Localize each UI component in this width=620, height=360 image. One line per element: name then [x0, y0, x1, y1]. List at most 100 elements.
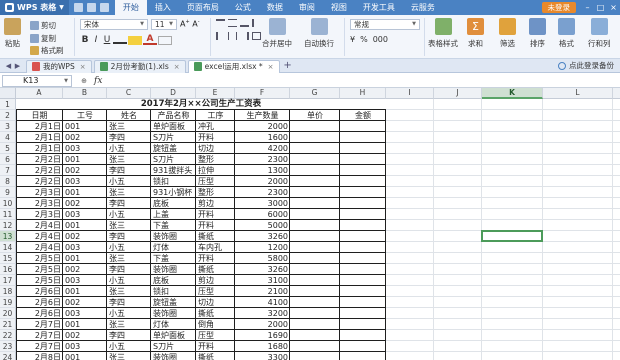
- row-header[interactable]: 21: [0, 319, 16, 330]
- table-cell[interactable]: 撕纸: [196, 352, 235, 360]
- underline-button[interactable]: U: [102, 35, 112, 45]
- row-header[interactable]: 13: [0, 231, 16, 242]
- row-header[interactable]: 5: [0, 143, 16, 154]
- rows-cols-button[interactable]: 行和列: [588, 18, 611, 49]
- row-header[interactable]: 6: [0, 154, 16, 165]
- table-cell[interactable]: 2月8日: [16, 352, 63, 360]
- backup-login-link[interactable]: 点此登录备份: [558, 60, 614, 71]
- indent-icon[interactable]: [252, 19, 261, 27]
- select-all-corner[interactable]: [0, 88, 16, 99]
- spreadsheet-grid[interactable]: ABCDEFGHIJKLM123456789101112131415161718…: [0, 88, 620, 360]
- column-header[interactable]: M: [613, 88, 620, 99]
- close-tab-icon[interactable]: ×: [268, 63, 274, 71]
- name-box[interactable]: K13 ▼: [2, 74, 72, 87]
- column-header[interactable]: A: [16, 88, 63, 99]
- percent-button[interactable]: %: [360, 35, 368, 44]
- currency-button[interactable]: ¥: [350, 35, 355, 44]
- row-header[interactable]: 11: [0, 209, 16, 220]
- bold-button[interactable]: B: [80, 35, 90, 45]
- row-header[interactable]: 8: [0, 176, 16, 187]
- align-top-icon[interactable]: [216, 19, 225, 27]
- row-header[interactable]: 1: [0, 99, 16, 110]
- fill-color-icon[interactable]: [128, 35, 142, 45]
- login-button[interactable]: 未登录: [541, 2, 576, 13]
- sort-button[interactable]: 排序: [529, 18, 546, 49]
- tab-5[interactable]: 审阅: [291, 0, 323, 15]
- row-header[interactable]: 10: [0, 198, 16, 209]
- row-header[interactable]: 18: [0, 286, 16, 297]
- thousands-button[interactable]: 000: [373, 35, 388, 44]
- formula-input[interactable]: [106, 75, 616, 87]
- zoom-icon[interactable]: ⊕: [78, 77, 90, 85]
- maximize-icon[interactable]: □: [594, 0, 607, 15]
- align-bottom-icon[interactable]: [240, 19, 249, 27]
- chevron-right-icon[interactable]: ▶: [13, 62, 22, 70]
- sum-button[interactable]: Σ 求和: [467, 18, 484, 49]
- selected-cell[interactable]: [481, 230, 543, 242]
- row-header[interactable]: 12: [0, 220, 16, 231]
- undo-icon[interactable]: [86, 3, 96, 12]
- minimize-icon[interactable]: –: [581, 0, 594, 15]
- clear-format-icon[interactable]: [158, 35, 172, 45]
- align-right-icon[interactable]: [240, 32, 249, 40]
- column-header[interactable]: J: [434, 88, 482, 99]
- row-header[interactable]: 19: [0, 297, 16, 308]
- wrap-text-button[interactable]: 自动换行: [304, 18, 334, 49]
- column-header[interactable]: L: [543, 88, 613, 99]
- document-tab[interactable]: excel运用.xlsx * ×: [187, 59, 280, 73]
- column-header[interactable]: H: [340, 88, 386, 99]
- row-header[interactable]: 4: [0, 132, 16, 143]
- redo-icon[interactable]: [99, 3, 109, 12]
- app-menu-button[interactable]: WPS 表格 ▼: [0, 0, 69, 15]
- column-header[interactable]: I: [386, 88, 434, 99]
- font-grow-shrink[interactable]: A+ A-: [180, 19, 200, 29]
- align-center-icon[interactable]: [228, 32, 237, 40]
- row-header[interactable]: 23: [0, 341, 16, 352]
- format-painter-button[interactable]: 格式刷: [30, 44, 64, 56]
- row-header[interactable]: 24: [0, 352, 16, 360]
- tab-2[interactable]: 页面布局: [179, 0, 227, 15]
- tab-4[interactable]: 数据: [259, 0, 291, 15]
- copy-button[interactable]: 复制: [30, 32, 56, 44]
- merge-center-button[interactable]: 合并居中: [262, 18, 292, 49]
- align-middle-icon[interactable]: [228, 19, 237, 27]
- chevron-left-icon[interactable]: ◀: [4, 62, 13, 70]
- document-tab[interactable]: 我的WPS ×: [26, 59, 92, 73]
- tab-0[interactable]: 开始: [114, 0, 147, 15]
- font-size-select[interactable]: 11 ▼: [151, 19, 177, 30]
- row-header[interactable]: 14: [0, 242, 16, 253]
- fx-button[interactable]: fx: [94, 76, 102, 86]
- column-header[interactable]: C: [107, 88, 151, 99]
- table-cell[interactable]: 3300: [235, 352, 290, 360]
- row-header[interactable]: 20: [0, 308, 16, 319]
- column-header[interactable]: K: [482, 88, 543, 99]
- table-style-button[interactable]: 表格样式: [428, 18, 458, 49]
- tab-6[interactable]: 视图: [323, 0, 355, 15]
- row-header[interactable]: 15: [0, 253, 16, 264]
- paste-button[interactable]: 粘贴: [4, 18, 21, 49]
- tab-3[interactable]: 公式: [227, 0, 259, 15]
- tab-1[interactable]: 插入: [147, 0, 179, 15]
- row-header[interactable]: 3: [0, 121, 16, 132]
- table-cell[interactable]: 装饰圈: [151, 352, 196, 360]
- table-cell[interactable]: 张三: [107, 352, 151, 360]
- number-format-select[interactable]: 常规 ▼: [350, 19, 420, 30]
- justify-icon[interactable]: [252, 32, 261, 40]
- column-header[interactable]: B: [63, 88, 107, 99]
- table-cell[interactable]: 001: [63, 352, 107, 360]
- row-header[interactable]: 17: [0, 275, 16, 286]
- tab-7[interactable]: 开发工具: [355, 0, 403, 15]
- format-button[interactable]: 格式: [558, 18, 575, 49]
- border-icon[interactable]: [113, 36, 127, 44]
- tab-8[interactable]: 云服务: [403, 0, 443, 15]
- row-header[interactable]: 16: [0, 264, 16, 275]
- save-icon[interactable]: [73, 3, 83, 12]
- column-header[interactable]: D: [151, 88, 196, 99]
- document-tab[interactable]: 2月份考勤(1).xls ×: [93, 59, 186, 73]
- font-color-icon[interactable]: A: [143, 34, 157, 45]
- row-header[interactable]: 7: [0, 165, 16, 176]
- row-header[interactable]: 2: [0, 110, 16, 121]
- new-tab-icon[interactable]: +: [282, 60, 294, 72]
- close-tab-icon[interactable]: ×: [174, 63, 180, 71]
- column-header[interactable]: G: [290, 88, 340, 99]
